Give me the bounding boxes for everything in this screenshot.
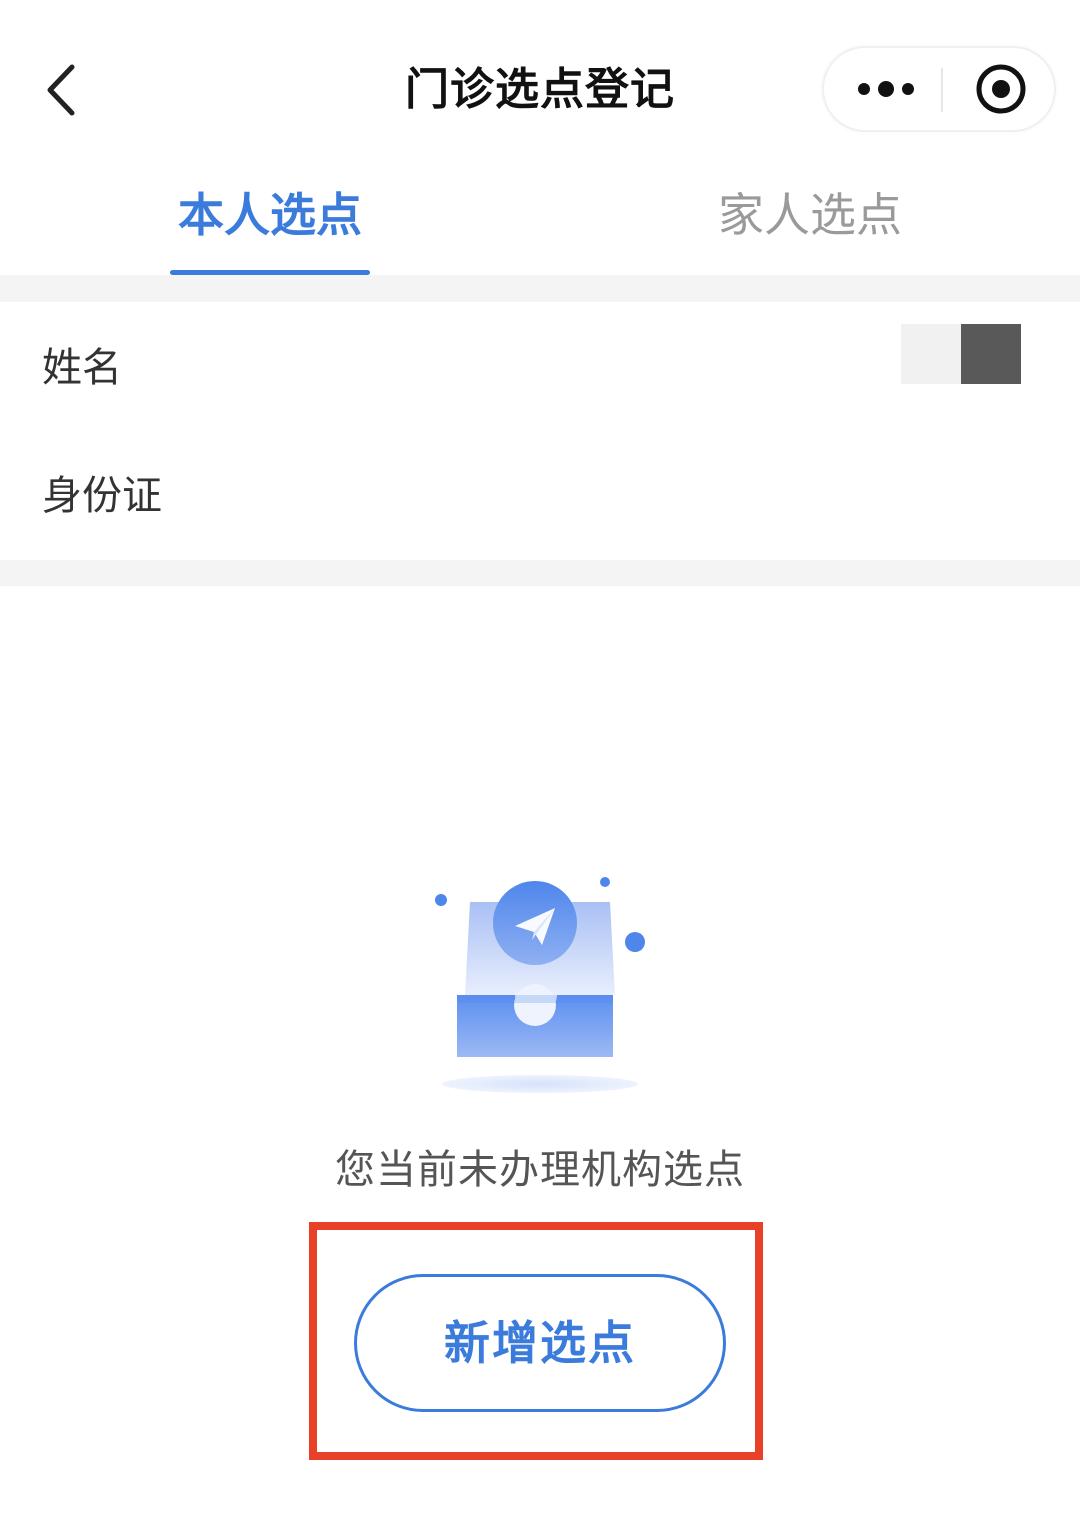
close-button[interactable]: [949, 48, 1054, 130]
target-circle-icon: [976, 64, 1026, 114]
capsule-divider: [941, 68, 943, 112]
page: 门诊选点登记 本人选点 家人选点 姓名 身份证 您当前未办理机构选点 新增选点: [0, 0, 1080, 1526]
empty-state-message: 您当前未办理机构选点: [335, 1147, 745, 1193]
page-title: 门诊选点登记: [405, 64, 675, 115]
section-divider: [0, 560, 1080, 586]
mini-program-capsule: [822, 46, 1056, 132]
personal-info-card: 姓名 身份证: [0, 302, 1080, 560]
section-divider: [0, 275, 1080, 302]
masked-name-block: [901, 324, 961, 384]
chevron-left-icon: [47, 64, 75, 116]
masked-name-block: [961, 324, 1021, 384]
nav-bar: 门诊选点登记: [0, 0, 1080, 170]
paper-plane-inbox-icon: [420, 860, 660, 1100]
tab-bar: 本人选点 家人选点: [0, 170, 1080, 275]
tab-family[interactable]: 家人选点: [710, 180, 910, 260]
more-button[interactable]: [844, 48, 939, 130]
tab-self[interactable]: 本人选点: [170, 180, 370, 260]
add-selection-button[interactable]: 新增选点: [354, 1274, 726, 1412]
id-card-label: 身份证: [42, 473, 162, 519]
name-label: 姓名: [42, 345, 122, 391]
more-dots-icon: [858, 81, 914, 97]
back-button[interactable]: [30, 55, 100, 125]
